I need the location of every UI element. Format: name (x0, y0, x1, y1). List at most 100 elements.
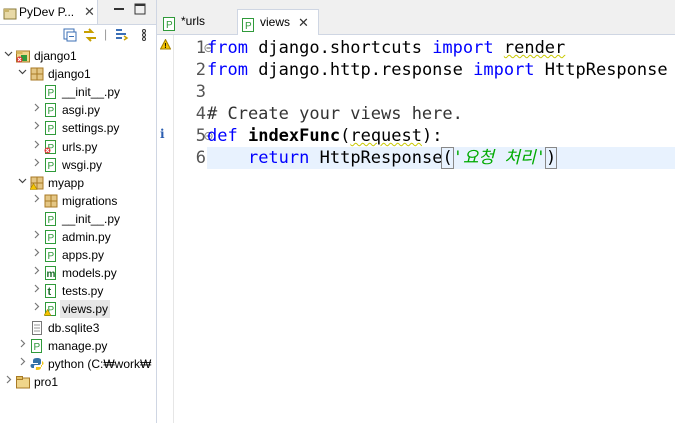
tree-item-label: views.py (60, 300, 111, 319)
more-options-icon[interactable] (140, 27, 148, 48)
tree-item[interactable]: Psettings.py (32, 119, 156, 137)
toolbar-separator: | (104, 27, 108, 41)
chevron-right-icon[interactable] (32, 138, 42, 156)
tree-item[interactable]: django1 (18, 65, 156, 83)
chevron-down-icon[interactable] (4, 47, 14, 65)
code-line[interactable]: # Create your views here. (207, 103, 463, 125)
tree-item[interactable]: Padmin.py (32, 228, 156, 246)
tree-item[interactable]: django1 (4, 47, 154, 65)
tree-item-label: admin.py (62, 230, 111, 244)
collapse-all-icon[interactable] (62, 27, 78, 48)
chevron-right-icon[interactable] (32, 282, 42, 300)
code-token: from (207, 60, 248, 80)
chevron-right-icon[interactable] (32, 228, 42, 246)
code-token: ) (544, 147, 558, 169)
svg-text:P: P (48, 124, 55, 135)
explorer-tab-bar: PyDev P... ✕ (0, 0, 156, 25)
python-file-icon: P (44, 121, 58, 136)
link-with-editor-icon[interactable] (82, 27, 98, 48)
chevron-right-icon[interactable] (32, 192, 42, 210)
tab-urls[interactable]: P *urls (159, 9, 225, 34)
tree-item-label: tests.py (62, 284, 104, 299)
code-token: return (247, 148, 310, 168)
maximize-icon[interactable] (134, 2, 146, 20)
tree-item[interactable]: Pasgi.py (32, 101, 156, 119)
close-icon[interactable]: ✕ (298, 10, 309, 35)
chevron-right-icon[interactable] (32, 246, 42, 264)
code-token: request (350, 126, 422, 146)
chevron-right-icon[interactable] (18, 355, 28, 373)
svg-text:!: ! (164, 43, 166, 50)
tree-item-label: __init__.py (62, 85, 121, 100)
tree-item[interactable]: Purls.py (32, 138, 156, 156)
warning-icon[interactable]: ! (159, 38, 172, 53)
python-interpreter-icon (30, 357, 44, 371)
line-number: 3 (195, 82, 206, 102)
chevron-down-icon[interactable] (18, 65, 28, 83)
tree-item[interactable]: Pviews.py (32, 300, 156, 319)
minimize-icon[interactable] (113, 2, 125, 20)
tree-item[interactable]: P __init__.py (32, 83, 156, 101)
tree-item-label: apps.py (62, 248, 105, 263)
tree-item[interactable]: db.sqlite3 (18, 319, 156, 337)
tree-item[interactable]: migrations (32, 192, 156, 210)
tree-item-label: django1 (48, 67, 91, 82)
tree-item[interactable]: python (C:₩work₩ (18, 355, 156, 373)
line-number: 1 (195, 38, 206, 58)
svg-text:t: t (48, 286, 52, 298)
tree-item-label: db.sqlite3 (48, 320, 100, 335)
package-icon (44, 194, 58, 208)
close-icon[interactable]: ✕ (84, 0, 95, 24)
tab-pydev-package-explorer[interactable]: PyDev P... ✕ (0, 0, 98, 24)
chevron-right-icon[interactable] (32, 119, 42, 137)
folder-icon (16, 375, 30, 389)
chevron-right-icon[interactable] (32, 156, 42, 174)
tree-item[interactable]: Pmanage.py (18, 337, 156, 355)
package-explorer: PyDev P... ✕ | django1 django1 P __init__.p… (0, 0, 157, 423)
chevron-right-icon[interactable] (32, 264, 42, 282)
tree-item[interactable]: P __init__.py (32, 210, 156, 228)
code-token: HttpResponse (534, 60, 668, 80)
tree-item-label: python (C:₩work₩ (48, 356, 152, 371)
tree-item-label: myapp (48, 175, 85, 190)
code-line[interactable]: from django.http.response import HttpRes… (207, 59, 668, 81)
tree-item-label: pro1 (34, 374, 59, 389)
svg-text:P: P (166, 20, 173, 31)
tree-item-label: urls.py (62, 139, 98, 154)
tree-item[interactable]: m models.py (32, 264, 156, 282)
view-menu-icon[interactable] (113, 27, 129, 48)
tab-views[interactable]: P views ✕ (237, 9, 319, 35)
chevron-down-icon[interactable] (18, 174, 28, 192)
code-line[interactable]: from django.shortcuts import render (207, 37, 565, 59)
code-token: import (473, 60, 535, 80)
tree-item[interactable]: t tests.py (32, 282, 156, 300)
svg-text:P: P (48, 233, 55, 244)
line-number: 5 (195, 126, 206, 146)
django-project-icon (16, 49, 30, 63)
info-icon[interactable]: i (160, 127, 165, 141)
code-editor: P *urls P views ✕ ! i 123456 from django… (157, 0, 675, 423)
tests-file-icon: t (44, 284, 58, 299)
chevron-right-icon[interactable] (18, 337, 28, 355)
code-line[interactable]: def indexFunc(request): (207, 125, 442, 147)
explorer-tab-label: PyDev P... (19, 5, 75, 19)
code-token: django.http.response (247, 60, 474, 80)
code-line[interactable]: return HttpResponse('요청 처리') (207, 147, 675, 169)
tree-item[interactable]: pro1 (4, 373, 154, 391)
chevron-right-icon[interactable] (32, 101, 42, 119)
svg-text:m: m (47, 269, 56, 280)
tree-item[interactable]: Pwsgi.py (32, 156, 156, 174)
line-number: 6 (195, 148, 206, 168)
tree-item[interactable]: myapp (18, 174, 156, 192)
chevron-right-icon[interactable] (32, 300, 42, 318)
tree-item[interactable]: Papps.py (32, 246, 156, 264)
tree-item-label: wsgi.py (62, 157, 103, 172)
annotation-ruler[interactable]: ! i (157, 35, 174, 423)
chevron-right-icon[interactable] (4, 373, 14, 391)
svg-text:P: P (245, 21, 252, 32)
explorer-toolbar: | (0, 25, 156, 45)
svg-text:P: P (48, 106, 55, 117)
code-area[interactable]: from django.shortcuts import render from … (207, 35, 675, 423)
svg-text:P: P (48, 161, 55, 172)
